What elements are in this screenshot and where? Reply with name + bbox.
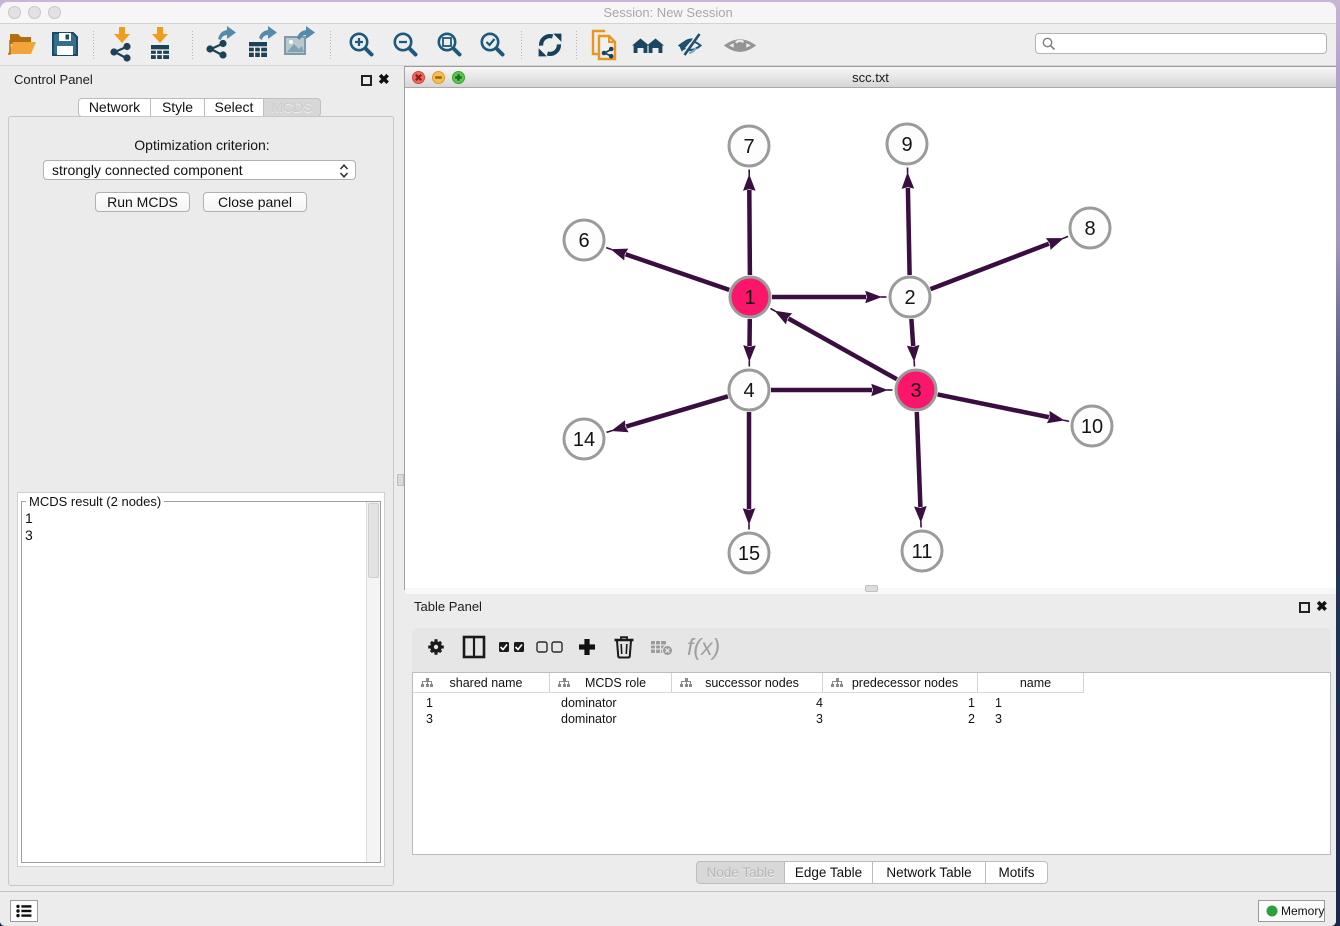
- svg-text:3: 3: [910, 380, 921, 402]
- svg-text:2: 2: [904, 287, 915, 309]
- svg-text:8: 8: [1084, 218, 1095, 240]
- svg-text:4: 4: [743, 380, 754, 402]
- svg-text:f(x): f(x): [687, 634, 720, 660]
- svg-text:15: 15: [738, 543, 760, 565]
- svg-text:6: 6: [578, 230, 589, 252]
- svg-text:14: 14: [573, 429, 595, 451]
- svg-text:11: 11: [912, 541, 933, 563]
- svg-text:10: 10: [1081, 416, 1103, 438]
- svg-text:1: 1: [744, 287, 755, 309]
- svg-text:9: 9: [901, 134, 912, 156]
- svg-text:7: 7: [743, 136, 754, 158]
